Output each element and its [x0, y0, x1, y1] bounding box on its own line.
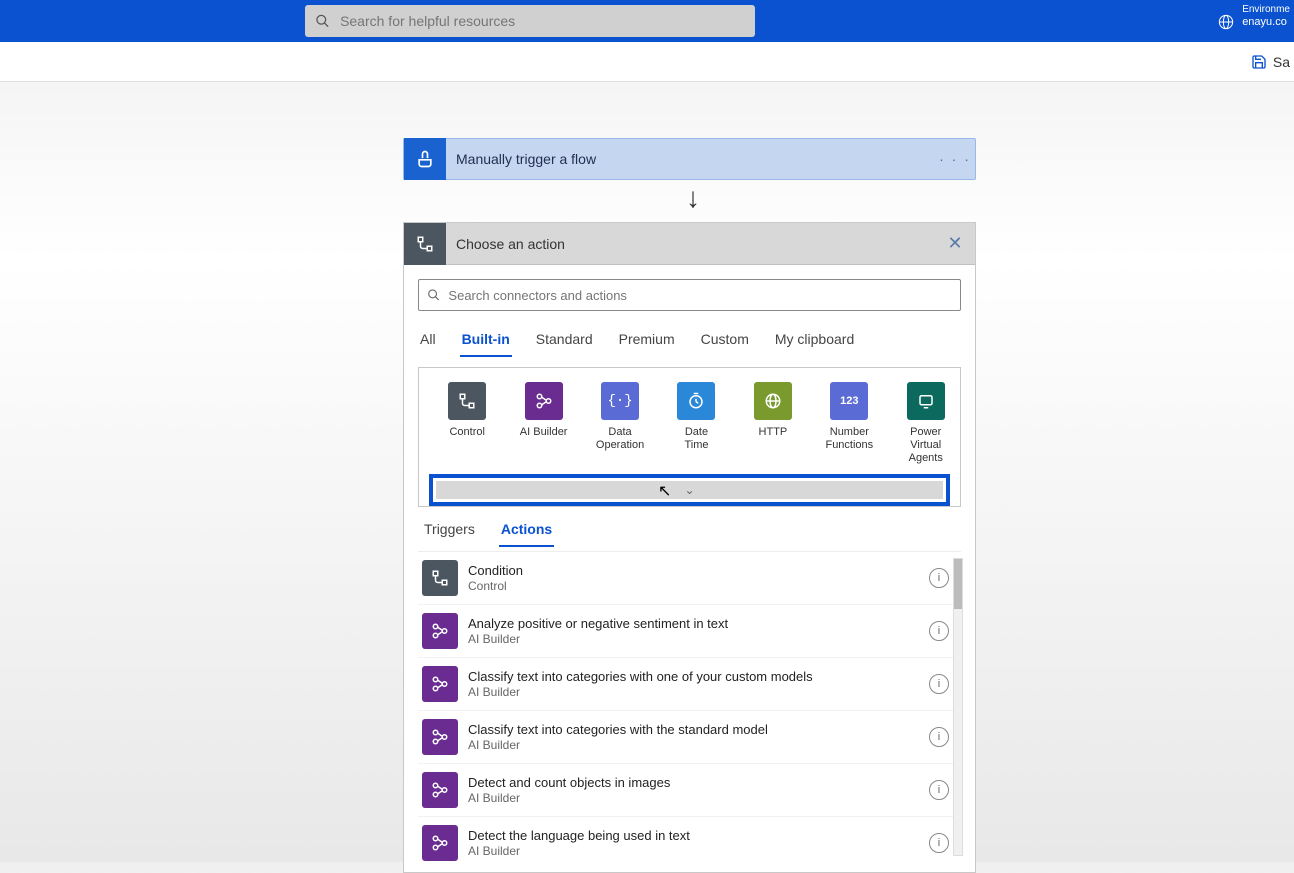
tab-custom[interactable]: Custom	[699, 325, 751, 357]
category-tabs: All Built-in Standard Premium Custom My …	[404, 325, 975, 357]
tab-triggers[interactable]: Triggers	[422, 517, 477, 547]
http-icon	[754, 382, 792, 420]
action-list: ConditionControl i Analyze positive or neg…	[418, 552, 961, 862]
info-icon[interactable]: i	[929, 674, 949, 694]
action-card-title: Choose an action	[456, 236, 935, 252]
tab-standard[interactable]: Standard	[534, 325, 595, 357]
info-icon[interactable]: i	[929, 727, 949, 747]
connector-data-operation[interactable]: {·} Data Operation	[596, 382, 644, 466]
action-subtitle: AI Builder	[468, 738, 768, 752]
expand-connectors-highlight: ⌄ ↖	[429, 474, 950, 506]
trigger-action-tabs: Triggers Actions	[404, 507, 975, 547]
global-search[interactable]	[305, 5, 755, 37]
action-item[interactable]: Analyze positive or negative sentiment i…	[418, 605, 961, 658]
trigger-card[interactable]: Manually trigger a flow · · ·	[403, 138, 976, 180]
action-subtitle: AI Builder	[468, 791, 670, 805]
action-subtitle: AI Builder	[468, 685, 813, 699]
action-item[interactable]: Detect and count objects in imagesAI Bui…	[418, 764, 961, 817]
connector-date-time[interactable]: Date Time	[672, 382, 720, 466]
action-subtitle: Control	[468, 579, 523, 593]
date-time-icon	[677, 382, 715, 420]
connector-ai-builder[interactable]: AI Builder	[519, 382, 567, 466]
pva-icon	[907, 382, 945, 420]
action-title: Condition	[468, 563, 523, 578]
tab-premium[interactable]: Premium	[617, 325, 677, 357]
cursor-icon: ↖	[658, 481, 671, 501]
tab-builtin[interactable]: Built-in	[460, 325, 512, 357]
top-bar: Environme enayu.co	[0, 0, 1294, 42]
choose-action-card: Choose an action ✕ All Built-in Standard…	[403, 222, 976, 873]
info-icon[interactable]: i	[929, 833, 949, 853]
save-icon	[1251, 54, 1267, 70]
trigger-title: Manually trigger a flow	[456, 151, 935, 167]
connector-number-functions[interactable]: 123 Number Functions	[825, 382, 873, 466]
action-title: Classify text into categories with one o…	[468, 669, 813, 684]
ai-icon	[422, 613, 458, 649]
search-icon	[427, 288, 440, 302]
tab-all[interactable]: All	[418, 325, 438, 357]
globe-icon	[1218, 14, 1234, 30]
action-list-scrollbar[interactable]	[953, 558, 963, 856]
action-card-header: Choose an action ✕	[404, 223, 975, 265]
action-item[interactable]: Detect the language being used in textAI…	[418, 817, 961, 862]
search-icon	[315, 13, 330, 29]
info-icon[interactable]: i	[929, 621, 949, 641]
connector-http[interactable]: HTTP	[749, 382, 797, 466]
ai-builder-icon	[525, 382, 563, 420]
global-search-input[interactable]	[340, 13, 745, 29]
ai-icon	[422, 719, 458, 755]
action-subtitle: AI Builder	[468, 844, 690, 858]
chevron-down-icon: ⌄	[684, 483, 694, 497]
close-button[interactable]: ✕	[935, 233, 975, 254]
ai-icon	[422, 772, 458, 808]
info-icon[interactable]: i	[929, 780, 949, 800]
save-button[interactable]: Sa	[1251, 54, 1294, 70]
tab-clipboard[interactable]: My clipboard	[773, 325, 856, 357]
command-bar: Sa	[0, 42, 1294, 82]
control-icon	[422, 560, 458, 596]
expand-connectors-button[interactable]: ⌄ ↖	[436, 481, 943, 499]
number-functions-icon: 123	[830, 382, 868, 420]
action-title: Detect and count objects in images	[468, 775, 670, 790]
scrollbar-thumb[interactable]	[954, 559, 962, 609]
action-header-icon	[404, 223, 446, 265]
action-search-input[interactable]	[448, 288, 952, 303]
tab-actions[interactable]: Actions	[499, 517, 554, 547]
flow-arrow-icon: ↓	[686, 182, 700, 214]
connector-grid: Control AI Builder {·} Data Operation Da…	[418, 367, 961, 507]
action-item[interactable]: Classify text into categories with one o…	[418, 658, 961, 711]
action-subtitle: AI Builder	[468, 632, 728, 646]
trigger-icon	[404, 138, 446, 180]
action-search[interactable]	[418, 279, 961, 311]
action-item[interactable]: ConditionControl i	[418, 552, 961, 605]
control-icon	[448, 382, 486, 420]
action-item[interactable]: Classify text into categories with the s…	[418, 711, 961, 764]
trigger-more-button[interactable]: · · ·	[935, 151, 975, 167]
connector-control[interactable]: Control	[443, 382, 491, 466]
info-icon[interactable]: i	[929, 568, 949, 588]
ai-icon	[422, 825, 458, 861]
data-operation-icon: {·}	[601, 382, 639, 420]
connector-pva[interactable]: Power Virtual Agents	[902, 382, 950, 466]
action-title: Analyze positive or negative sentiment i…	[468, 616, 728, 631]
environment-label: Environme enayu.co	[1242, 4, 1294, 29]
action-title: Detect the language being used in text	[468, 828, 690, 843]
action-title: Classify text into categories with the s…	[468, 722, 768, 737]
ai-icon	[422, 666, 458, 702]
